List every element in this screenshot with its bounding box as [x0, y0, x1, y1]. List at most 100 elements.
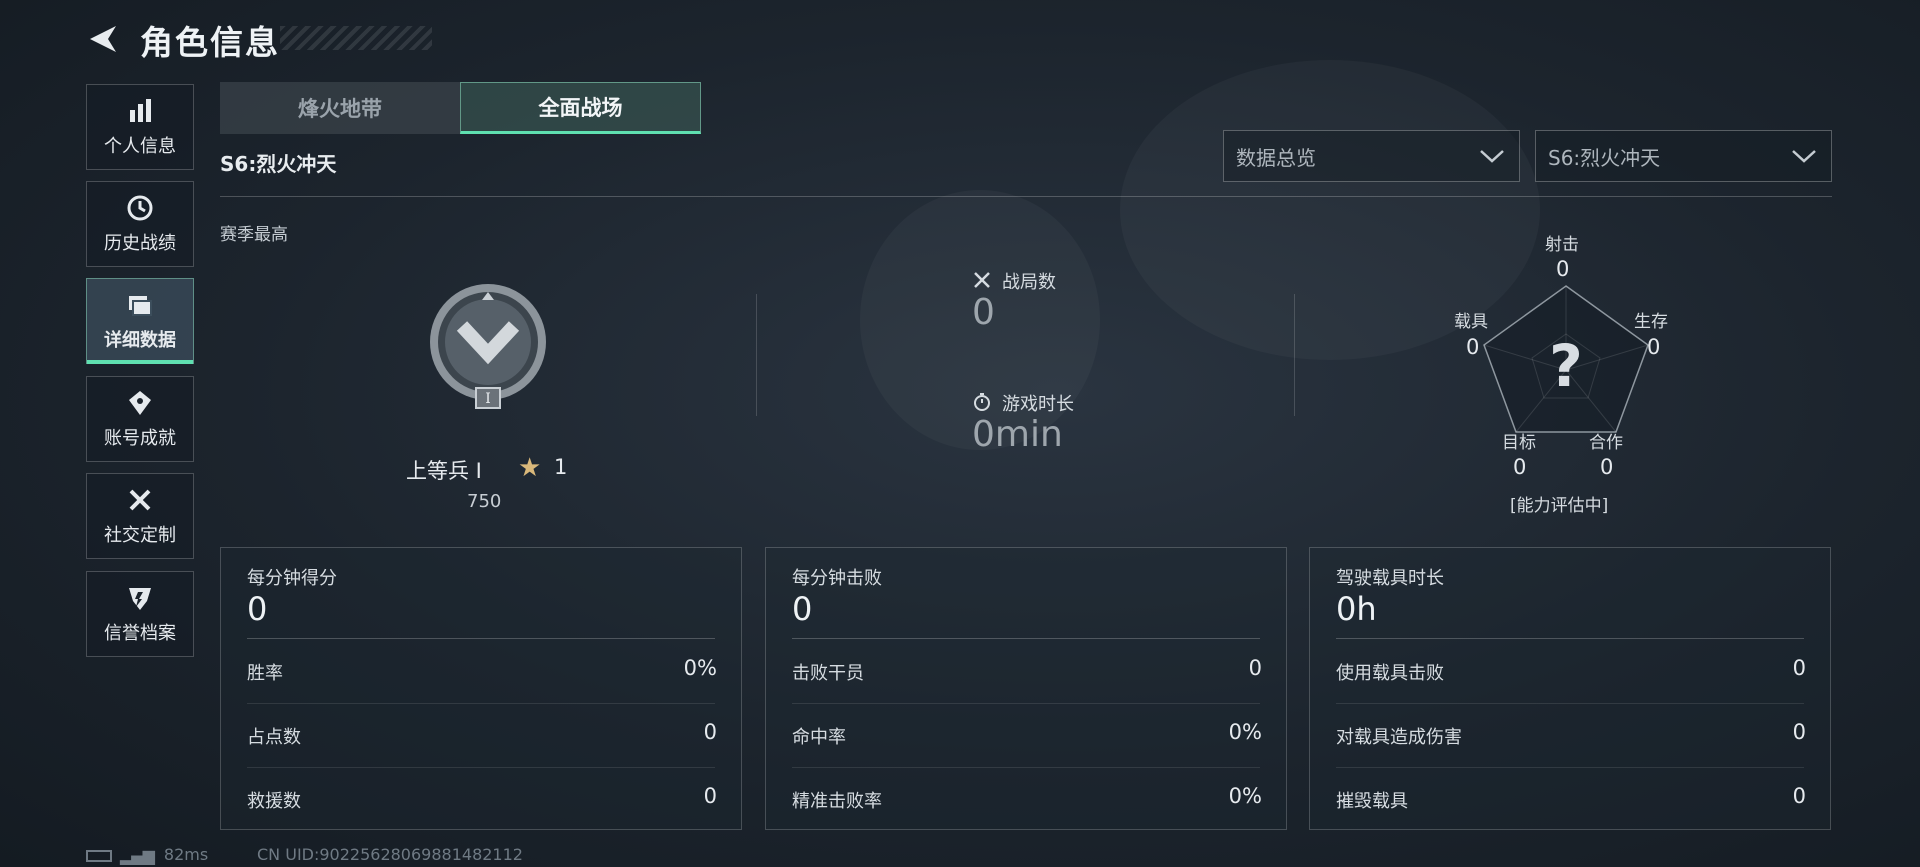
category-dropdown[interactable]: 数据总览	[1223, 130, 1520, 182]
user-uid: CN UID:90225628069881482112	[257, 845, 523, 864]
stat-label: 摧毁载具	[1336, 791, 1408, 812]
playtime-value: 0min	[972, 414, 1063, 455]
stat-value: 0	[703, 784, 717, 808]
panel-value: 0h	[1336, 590, 1377, 628]
divider	[247, 638, 715, 639]
score-panel: 每分钟得分 0 胜率 0% 占点数 0 救援数 0	[220, 547, 742, 830]
radar-vehicle-value: 0	[1466, 335, 1480, 359]
stat-label: 使用载具击败	[1336, 663, 1444, 684]
chevron-down-icon	[1792, 150, 1816, 163]
season-best-label: 赛季最高	[220, 225, 288, 245]
stat-value: 0%	[1228, 784, 1262, 808]
divider	[220, 196, 1832, 197]
sidebar-item-credit-profile[interactable]: 信誉档案	[86, 571, 194, 657]
sidebar-item-label: 社交定制	[104, 525, 176, 546]
history-icon	[127, 195, 153, 221]
divider	[1294, 294, 1295, 416]
divider	[792, 767, 1260, 768]
kills-panel: 每分钟击败 0 击败干员 0 命中率 0% 精准击败率 0%	[765, 547, 1287, 830]
season-dropdown-value: S6:烈火冲天	[1548, 145, 1661, 170]
rank-star-count: 1	[554, 455, 568, 479]
category-dropdown-value: 数据总览	[1236, 145, 1316, 170]
sidebar-item-label: 账号成就	[104, 428, 176, 449]
stat-value: 0	[703, 720, 717, 744]
panel-title: 每分钟得分	[247, 568, 337, 589]
rank-points: 750	[467, 491, 502, 512]
star-icon: ★	[518, 453, 542, 483]
achievement-icon	[129, 391, 151, 415]
svg-text:I: I	[485, 391, 491, 407]
crossed-swords-icon	[974, 272, 990, 288]
divider	[792, 638, 1260, 639]
battery-icon	[86, 849, 112, 862]
divider	[247, 767, 715, 768]
shield-icon	[129, 588, 151, 610]
divider	[247, 703, 715, 704]
stopwatch-icon	[974, 393, 990, 411]
stat-value: 0	[1792, 656, 1806, 680]
network-status: ▂▄▆ 82ms	[86, 845, 208, 865]
stat-label: 占点数	[247, 727, 301, 748]
title-decoration	[280, 26, 432, 50]
radar-survive-value: 0	[1647, 335, 1661, 359]
stat-label: 救援数	[247, 791, 301, 812]
divider	[756, 294, 757, 416]
sidebar-item-label: 历史战绩	[104, 233, 176, 254]
ability-radar-chart: ?	[1483, 285, 1649, 433]
matches-value: 0	[972, 292, 995, 333]
divider	[1336, 703, 1804, 704]
stat-label: 击败干员	[792, 663, 864, 684]
stat-label: 胜率	[247, 663, 283, 684]
back-arrow-icon[interactable]	[86, 22, 120, 56]
folder-icon	[129, 296, 152, 316]
rank-name: 上等兵 I	[406, 459, 482, 483]
sidebar-item-label: 详细数据	[104, 330, 176, 351]
sidebar-item-achievements[interactable]: 账号成就	[86, 376, 194, 462]
panel-value: 0	[247, 590, 268, 628]
radar-vehicle-label: 载具	[1454, 312, 1488, 332]
radar-shoot-label: 射击	[1545, 235, 1579, 255]
radar-objective-value: 0	[1513, 455, 1527, 479]
panel-title: 驾驶载具时长	[1336, 568, 1444, 589]
radar-shoot-value: 0	[1556, 257, 1570, 281]
panel-title: 每分钟击败	[792, 568, 882, 589]
divider	[792, 703, 1260, 704]
radar-center-symbol: ?	[1549, 332, 1583, 400]
stat-value: 0%	[1228, 720, 1262, 744]
vehicle-panel: 驾驶载具时长 0h 使用载具击败 0 对载具造成伤害 0 摧毁载具 0	[1309, 547, 1831, 830]
panel-value: 0	[792, 590, 813, 628]
matches-label: 战局数	[1002, 272, 1056, 293]
bar-chart-icon	[130, 99, 151, 122]
stat-value: 0	[1248, 656, 1262, 680]
sidebar-item-social-custom[interactable]: 社交定制	[86, 473, 194, 559]
ping-value: 82ms	[163, 845, 209, 864]
stat-value: 0%	[683, 656, 717, 680]
stat-label: 精准击败率	[792, 791, 882, 812]
stat-label: 命中率	[792, 727, 846, 748]
rank-badge-icon: I	[430, 284, 546, 409]
radar-cooperate-label: 合作	[1589, 433, 1623, 453]
tab-hazard-zone[interactable]: 烽火地带	[220, 82, 460, 134]
radar-objective-label: 目标	[1502, 433, 1536, 453]
signal-icon: ▂▄▆	[120, 846, 155, 865]
sidebar-item-label: 个人信息	[104, 136, 176, 157]
stat-label: 对载具造成伤害	[1336, 727, 1462, 748]
season-dropdown[interactable]: S6:烈火冲天	[1535, 130, 1832, 182]
season-subtitle: S6:烈火冲天	[220, 152, 337, 176]
divider	[1336, 767, 1804, 768]
sidebar-item-label: 信誉档案	[104, 623, 176, 644]
playtime-label: 游戏时长	[1002, 394, 1074, 415]
sidebar-item-history[interactable]: 历史战绩	[86, 181, 194, 267]
radar-survive-label: 生存	[1634, 312, 1668, 332]
page-title: 角色信息	[140, 23, 280, 62]
divider	[1336, 638, 1804, 639]
tools-icon	[129, 489, 151, 511]
tab-full-battlefield[interactable]: 全面战场	[460, 82, 701, 134]
radar-cooperate-value: 0	[1600, 455, 1614, 479]
sidebar-item-detailed-data[interactable]: 详细数据	[86, 278, 194, 364]
ability-assessment-note: [能力评估中]	[1510, 496, 1609, 516]
chevron-down-icon	[1480, 150, 1504, 163]
stat-value: 0	[1792, 720, 1806, 744]
stat-value: 0	[1792, 784, 1806, 808]
sidebar-item-personal-info[interactable]: 个人信息	[86, 84, 194, 170]
